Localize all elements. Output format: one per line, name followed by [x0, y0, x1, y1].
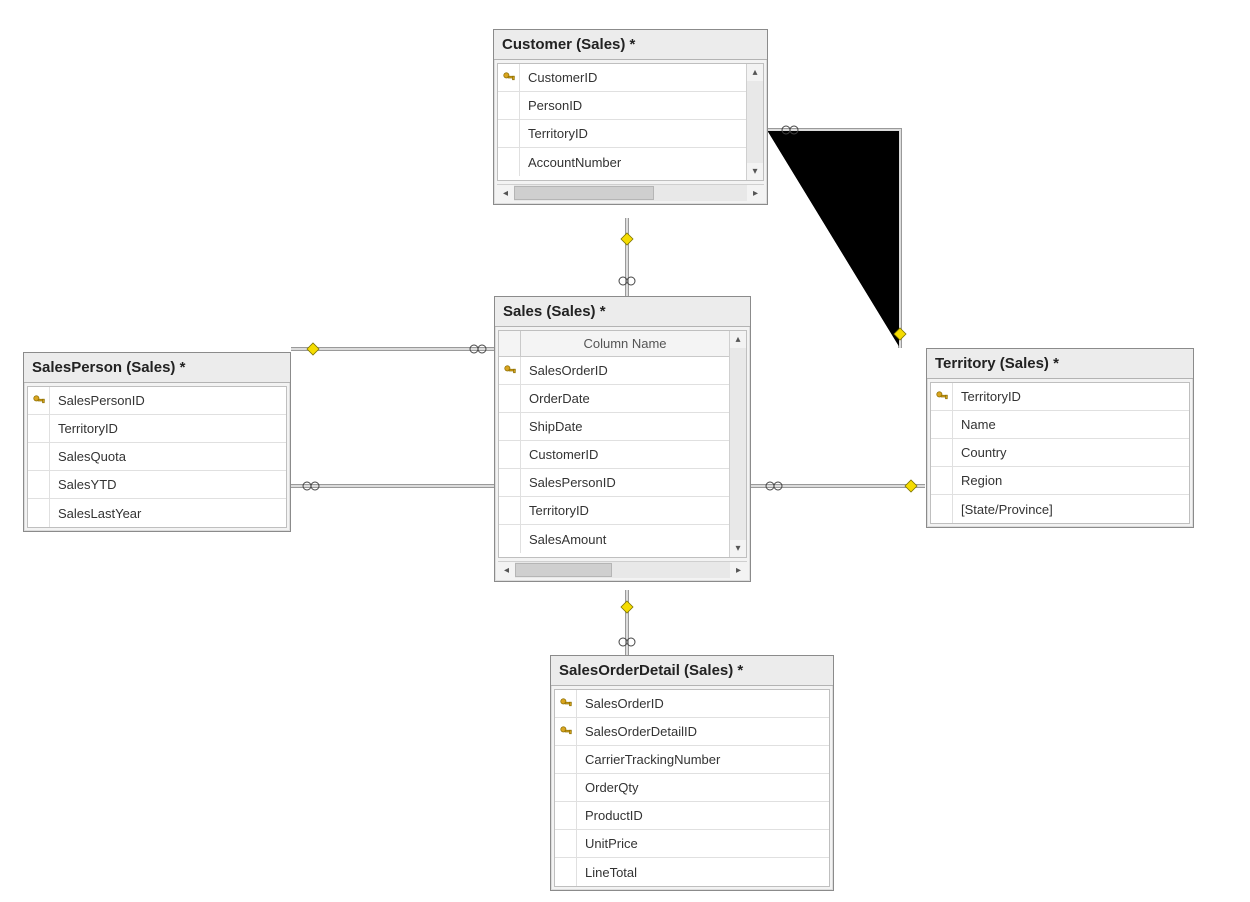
table-row[interactable]: TerritoryID — [28, 415, 286, 443]
table-row[interactable]: CustomerID — [499, 441, 746, 469]
hscroll-sales[interactable]: ◂ ▸ — [498, 561, 747, 578]
column-name: SalesLastYear — [50, 506, 282, 521]
table-row[interactable]: Country — [931, 439, 1189, 467]
table-customer[interactable]: Customer (Sales) * ▴ ▾ CustomerID Person… — [493, 29, 768, 205]
table-row[interactable]: CarrierTrackingNumber — [555, 746, 829, 774]
column-name: TerritoryID — [953, 389, 1185, 404]
key-icon — [555, 690, 577, 717]
table-row[interactable]: AccountNumber — [498, 148, 763, 176]
table-row[interactable]: TerritoryID — [931, 383, 1189, 411]
table-row[interactable]: [State/Province] — [931, 495, 1189, 523]
scroll-track[interactable] — [514, 185, 747, 201]
table-row[interactable]: SalesOrderID — [555, 690, 829, 718]
key-icon — [499, 357, 521, 384]
table-salesperson-title[interactable]: SalesPerson (Sales) * — [24, 353, 290, 383]
column-name: UnitPrice — [577, 836, 825, 851]
column-name: SalesYTD — [50, 477, 282, 492]
scroll-track[interactable] — [747, 81, 763, 163]
table-row[interactable]: ShipDate — [499, 413, 746, 441]
table-row[interactable]: OrderQty — [555, 774, 829, 802]
table-row[interactable]: TerritoryID — [499, 497, 746, 525]
table-sales-title[interactable]: Sales (Sales) * — [495, 297, 750, 327]
column-name: ProductID — [577, 808, 825, 823]
column-name: AccountNumber — [520, 155, 759, 170]
table-row[interactable]: ProductID — [555, 802, 829, 830]
scroll-up-icon[interactable]: ▴ — [730, 331, 746, 348]
column-name: Name — [953, 417, 1185, 432]
table-row[interactable]: SalesAmount — [499, 525, 746, 553]
table-territory-title[interactable]: Territory (Sales) * — [927, 349, 1193, 379]
scroll-down-icon[interactable]: ▾ — [730, 540, 746, 557]
table-row[interactable]: SalesLastYear — [28, 499, 286, 527]
scroll-left-icon[interactable]: ◂ — [497, 185, 514, 202]
scroll-up-icon[interactable]: ▴ — [747, 64, 763, 81]
column-name: TerritoryID — [520, 126, 759, 141]
key-icon — [931, 383, 953, 410]
column-name: [State/Province] — [953, 502, 1185, 517]
table-row[interactable]: SalesYTD — [28, 471, 286, 499]
diagram-canvas[interactable]: Customer (Sales) * ▴ ▾ CustomerID Person… — [0, 0, 1250, 902]
column-name: CarrierTrackingNumber — [577, 752, 825, 767]
column-name: OrderQty — [577, 780, 825, 795]
vscroll-customer[interactable]: ▴ ▾ — [746, 64, 763, 180]
table-row[interactable]: SalesQuota — [28, 443, 286, 471]
column-name: TerritoryID — [50, 421, 282, 436]
key-icon — [498, 64, 520, 91]
vscroll-sales[interactable]: ▴ ▾ — [729, 331, 746, 557]
column-name: OrderDate — [521, 391, 742, 406]
scroll-thumb[interactable] — [514, 186, 654, 200]
column-name: SalesOrderID — [521, 363, 742, 378]
column-name: ShipDate — [521, 419, 742, 434]
table-salesperson[interactable]: SalesPerson (Sales) * SalesPersonID Terr… — [23, 352, 291, 532]
column-name: LineTotal — [577, 865, 825, 880]
column-name: Country — [953, 445, 1185, 460]
column-name: SalesOrderDetailID — [577, 724, 825, 739]
column-name: CustomerID — [520, 70, 759, 85]
column-name: SalesPersonID — [521, 475, 742, 490]
column-name: SalesAmount — [521, 532, 742, 547]
column-name: SalesQuota — [50, 449, 282, 464]
column-name: SalesPersonID — [50, 393, 282, 408]
scroll-track[interactable] — [515, 562, 730, 578]
column-name: SalesOrderID — [577, 696, 825, 711]
scroll-left-icon[interactable]: ◂ — [498, 562, 515, 579]
table-row[interactable]: SalesPersonID — [499, 469, 746, 497]
table-row[interactable]: Region — [931, 467, 1189, 495]
table-row[interactable]: SalesOrderID — [499, 357, 746, 385]
table-row[interactable]: OrderDate — [499, 385, 746, 413]
table-salesorderdetail-title[interactable]: SalesOrderDetail (Sales) * — [551, 656, 833, 686]
scroll-track[interactable] — [730, 348, 746, 540]
table-row[interactable]: CustomerID — [498, 64, 763, 92]
table-customer-title[interactable]: Customer (Sales) * — [494, 30, 767, 60]
table-territory[interactable]: Territory (Sales) * TerritoryID Name Cou… — [926, 348, 1194, 528]
table-row[interactable]: UnitPrice — [555, 830, 829, 858]
key-icon — [555, 718, 577, 745]
column-name: PersonID — [520, 98, 759, 113]
table-row[interactable]: TerritoryID — [498, 120, 763, 148]
table-row[interactable]: SalesPersonID — [28, 387, 286, 415]
hscroll-customer[interactable]: ◂ ▸ — [497, 184, 764, 201]
table-sales[interactable]: Sales (Sales) * ▴ ▾ Column Name SalesOrd… — [494, 296, 751, 582]
scroll-thumb[interactable] — [515, 563, 612, 577]
table-row[interactable]: LineTotal — [555, 858, 829, 886]
scroll-right-icon[interactable]: ▸ — [730, 562, 747, 579]
table-row[interactable]: SalesOrderDetailID — [555, 718, 829, 746]
column-header-label: Column Name — [521, 336, 746, 351]
table-row[interactable]: PersonID — [498, 92, 763, 120]
column-name: CustomerID — [521, 447, 742, 462]
scroll-down-icon[interactable]: ▾ — [747, 163, 763, 180]
key-icon — [28, 387, 50, 414]
scroll-right-icon[interactable]: ▸ — [747, 185, 764, 202]
column-name: TerritoryID — [521, 503, 742, 518]
column-header-row: Column Name — [499, 331, 746, 357]
column-name: Region — [953, 473, 1185, 488]
table-salesorderdetail[interactable]: SalesOrderDetail (Sales) * SalesOrderID … — [550, 655, 834, 891]
table-row[interactable]: Name — [931, 411, 1189, 439]
